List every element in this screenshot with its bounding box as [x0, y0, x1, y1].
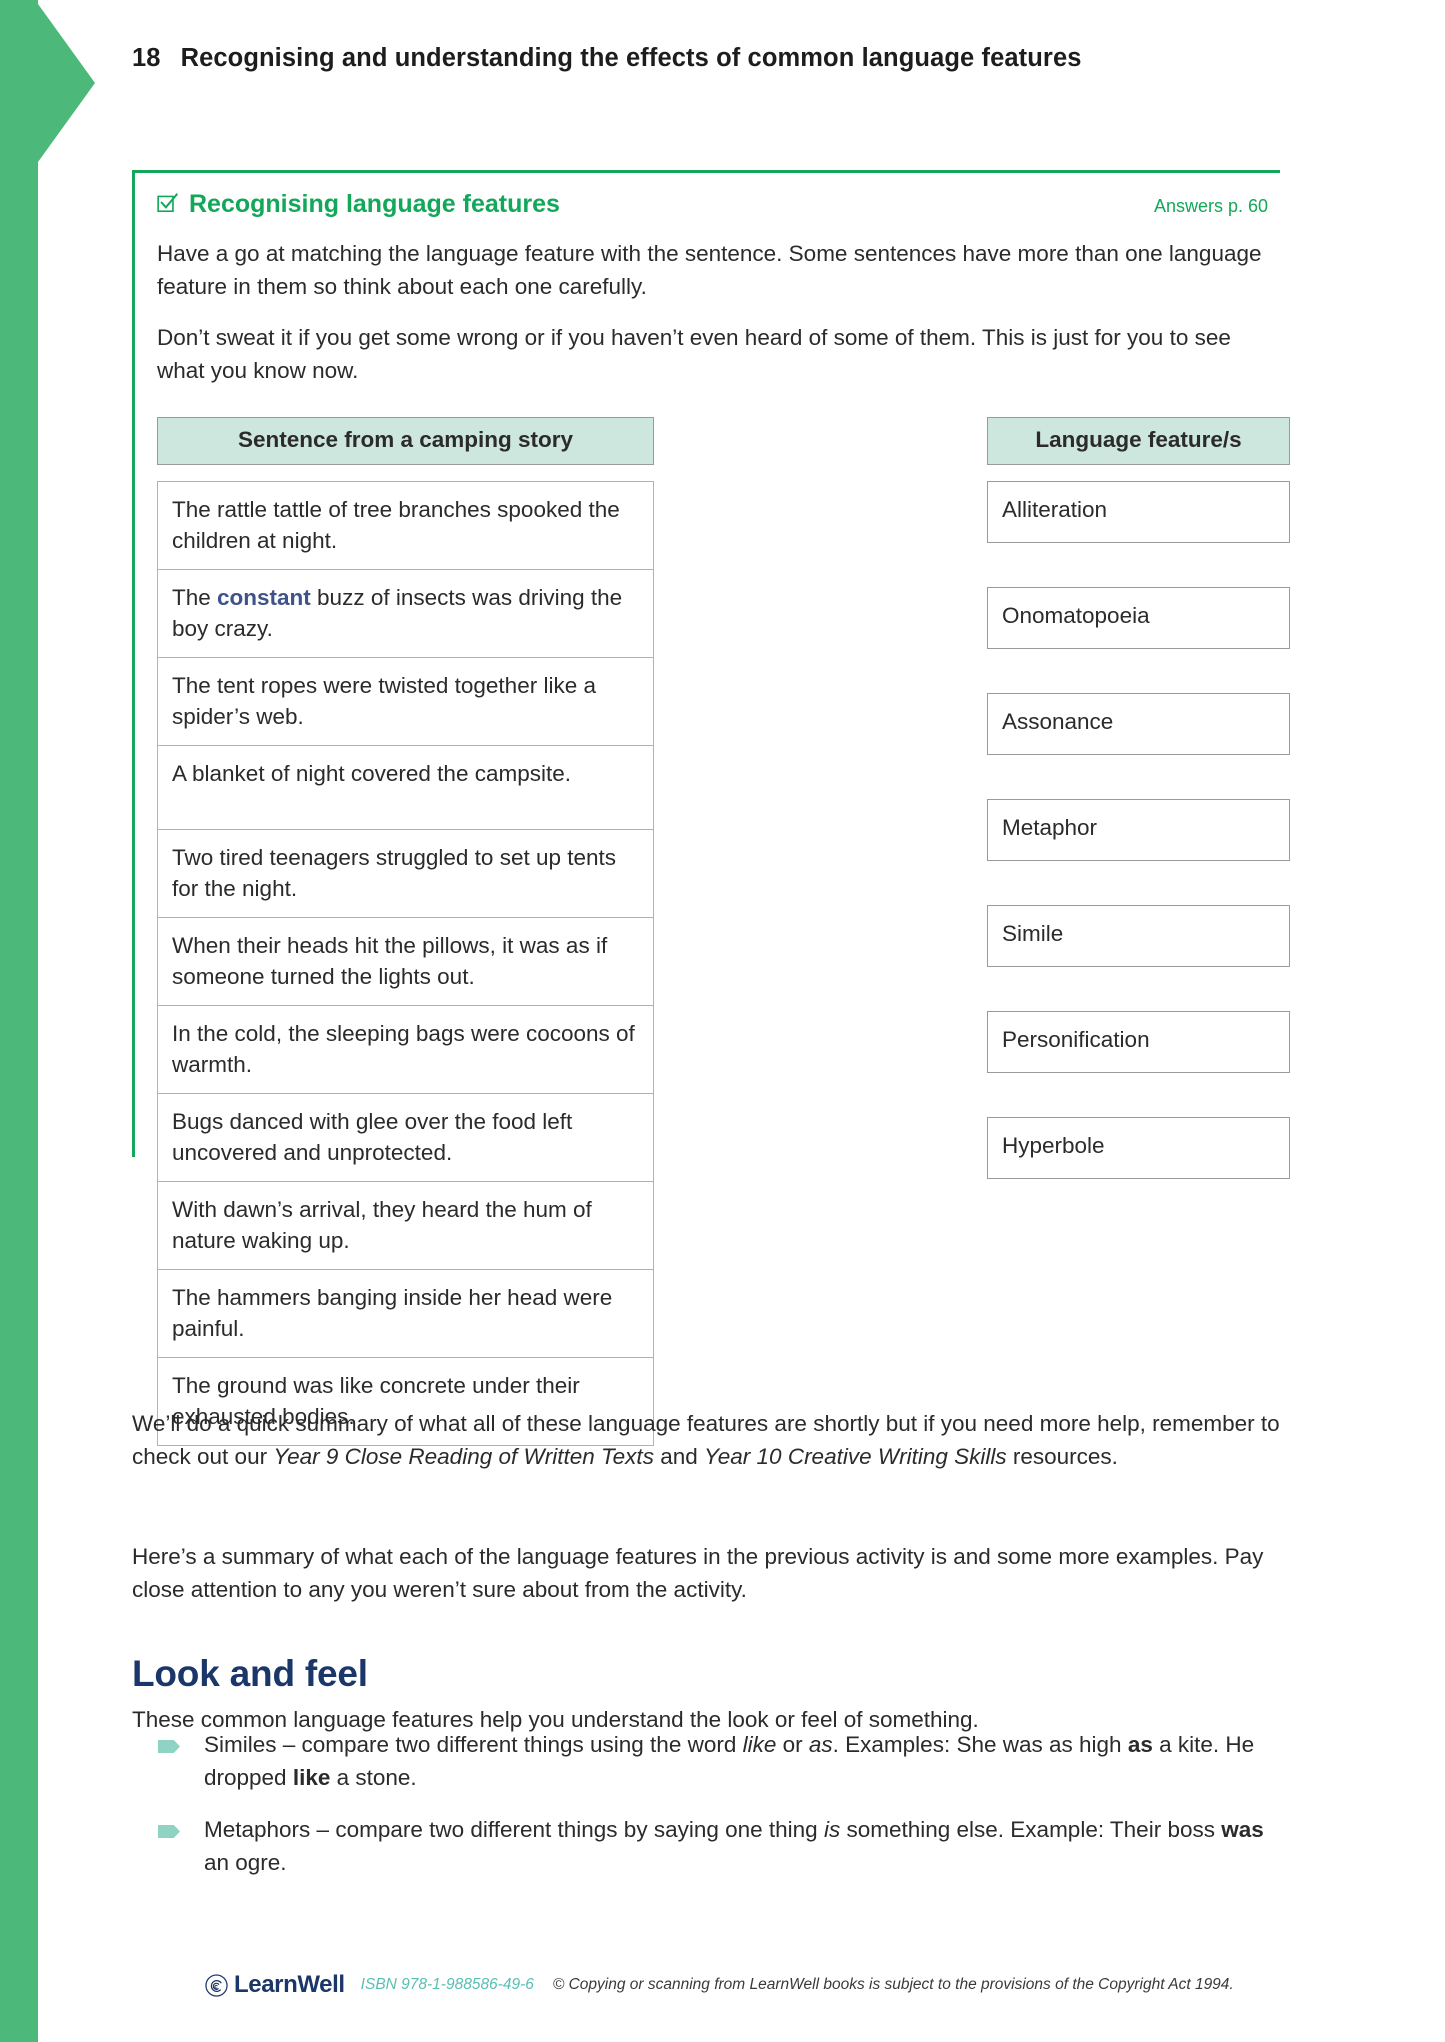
sentence-text: With dawn’s arrival, they heard the hum …	[172, 1196, 592, 1253]
page-header: 18 Recognising and understanding the effe…	[132, 44, 1082, 73]
feature-label: Personification	[1002, 1026, 1150, 1052]
feature-label: Hyperbole	[1002, 1132, 1105, 1158]
arrow-bullet-icon	[158, 1825, 180, 1838]
green-chevron-marker	[38, 4, 95, 162]
sentence-cell[interactable]: The constant buzz of insects was driving…	[157, 568, 654, 657]
list-item: Similes – compare two different things u…	[132, 1728, 1292, 1794]
sentence-cell[interactable]: When their heads hit the pillows, it was…	[157, 916, 654, 1005]
section-heading-look-and-feel: Look and feel	[132, 1652, 368, 1694]
metaphors-c: an ogre.	[204, 1850, 287, 1875]
similes-italic-like: like	[742, 1732, 777, 1757]
feature-bullet-list: Similes – compare two different things u…	[132, 1728, 1292, 1898]
feature-cell[interactable]: Metaphor	[987, 798, 1290, 861]
feature-label: Simile	[1002, 920, 1064, 946]
feature-column: Language feature/s Alliteration Onomatopo…	[987, 417, 1290, 1179]
similes-italic-as: as	[808, 1732, 833, 1757]
footer-brand-name: LearnWell	[234, 1971, 345, 1998]
footer-copyright: © Copying or scanning from LearnWell boo…	[552, 1976, 1234, 1993]
activity-intro-2: Don’t sweat it if you get some wrong or …	[157, 325, 1231, 383]
feature-cell[interactable]: Personification	[987, 1010, 1290, 1073]
feature-label: Onomatopoeia	[1002, 602, 1150, 628]
sentence-list: The rattle tattle of tree branches spook…	[157, 480, 654, 1446]
summary-paragraph-1: We’ll do a quick summary of what all of …	[132, 1407, 1287, 1473]
sentence-cell[interactable]: Bugs danced with glee over the food left…	[157, 1092, 654, 1181]
feature-label: Metaphor	[1002, 814, 1098, 840]
summary-p1-part-c: resources.	[1006, 1443, 1118, 1469]
sentence-cell[interactable]: The tent ropes were twisted together lik…	[157, 656, 654, 745]
feature-cell[interactable]: Simile	[987, 904, 1290, 967]
similes-c: . Examples: She was as high	[832, 1732, 1128, 1757]
list-item: Metaphors – compare two different things…	[132, 1813, 1292, 1879]
sentence-column-header: Sentence from a camping story	[157, 417, 654, 465]
feature-list: Alliteration Onomatopoeia Assonance Metapho…	[987, 480, 1290, 1179]
resource-title-year10: Year 10 Creative Writing Skills	[704, 1443, 1007, 1469]
answers-reference: Answers p. 60	[1153, 196, 1268, 216]
feature-cell[interactable]: Onomatopoeia	[987, 586, 1290, 649]
activity-intro-1: Have a go at matching the language featu…	[157, 241, 1262, 299]
summary-p1-part-b: and	[653, 1443, 704, 1469]
resource-title-year9: Year 9 Close Reading of Written Texts	[273, 1443, 654, 1469]
page-title: Recognising and understanding the effect…	[180, 44, 1082, 72]
sentence-text: The hammers banging inside her head were…	[172, 1284, 613, 1341]
activity-body: Have a go at matching the language featu…	[135, 237, 1290, 1446]
feature-cell[interactable]: Hyperbole	[987, 1116, 1290, 1179]
summary-paragraph-2: Here’s a summary of what each of the lan…	[132, 1543, 1264, 1602]
similes-e: a stone.	[330, 1765, 417, 1790]
activity-title: Recognising language features	[189, 190, 560, 218]
sentence-cell[interactable]: With dawn’s arrival, they heard the hum …	[157, 1180, 654, 1269]
page-footer: LearnWell ISBN 978-1-988586-49-6 © Copyi…	[205, 1971, 1234, 1999]
sentence-column: Sentence from a camping story The rattle…	[157, 417, 654, 1446]
sentence-text: When their heads hit the pillows, it was…	[172, 932, 608, 989]
sentence-text: The rattle tattle of tree branches spook…	[172, 496, 620, 553]
metaphors-italic-is: is	[823, 1817, 841, 1842]
similes-bold-like: like	[292, 1765, 331, 1790]
bullet-text-metaphors: Metaphors – compare two different things…	[204, 1813, 1292, 1879]
sentence-text: The	[172, 584, 218, 610]
page-number: 18	[132, 44, 161, 72]
spiral-logo-icon	[205, 1973, 228, 1997]
metaphors-bold-was: was	[1221, 1817, 1264, 1842]
feature-column-header: Language feature/s	[987, 417, 1290, 465]
sentence-text: The tent ropes were twisted together lik…	[172, 672, 596, 729]
arrow-bullet-icon	[158, 1740, 180, 1753]
feature-label: Alliteration	[1002, 496, 1108, 522]
similes-bold-as: as	[1127, 1732, 1153, 1757]
activity-header: Recognising language features Answers p.…	[135, 173, 1280, 219]
sentence-text: Bugs danced with glee over the food left…	[172, 1108, 573, 1165]
sentence-cell[interactable]: In the cold, the sleeping bags were coco…	[157, 1004, 654, 1093]
metaphors-b: something else. Example: Their boss	[840, 1817, 1222, 1842]
metaphors-a: Metaphors – compare two different things…	[204, 1817, 824, 1842]
matching-activity: Sentence from a camping story The rattle…	[157, 417, 1290, 1446]
checkbox-ticked-icon	[157, 193, 179, 214]
sentence-cell[interactable]: Two tired teenagers struggled to set up …	[157, 828, 654, 917]
bullet-text-similes: Similes – compare two different things u…	[204, 1728, 1292, 1794]
sentence-cell[interactable]: A blanket of night covered the campsite.	[157, 744, 654, 829]
footer-isbn: ISBN 978-1-988586-49-6	[360, 1976, 534, 1993]
similes-a: Similes – compare two different things u…	[204, 1732, 743, 1757]
sentence-text: In the cold, the sleeping bags were coco…	[172, 1020, 635, 1077]
left-green-rail	[0, 0, 38, 2042]
sentence-text: A blanket of night covered the campsite.	[172, 760, 571, 786]
feature-cell[interactable]: Assonance	[987, 692, 1290, 755]
sentence-highlight-word: constant	[217, 584, 311, 610]
activity-box: Recognising language features Answers p.…	[132, 170, 1290, 1446]
feature-label: Assonance	[1002, 708, 1114, 734]
similes-b: or	[776, 1732, 809, 1757]
sentence-cell[interactable]: The rattle tattle of tree branches spook…	[157, 480, 654, 569]
sentence-text: Two tired teenagers struggled to set up …	[172, 844, 617, 901]
sentence-cell[interactable]: The hammers banging inside her head were…	[157, 1268, 654, 1357]
feature-cell[interactable]: Alliteration	[987, 480, 1290, 543]
